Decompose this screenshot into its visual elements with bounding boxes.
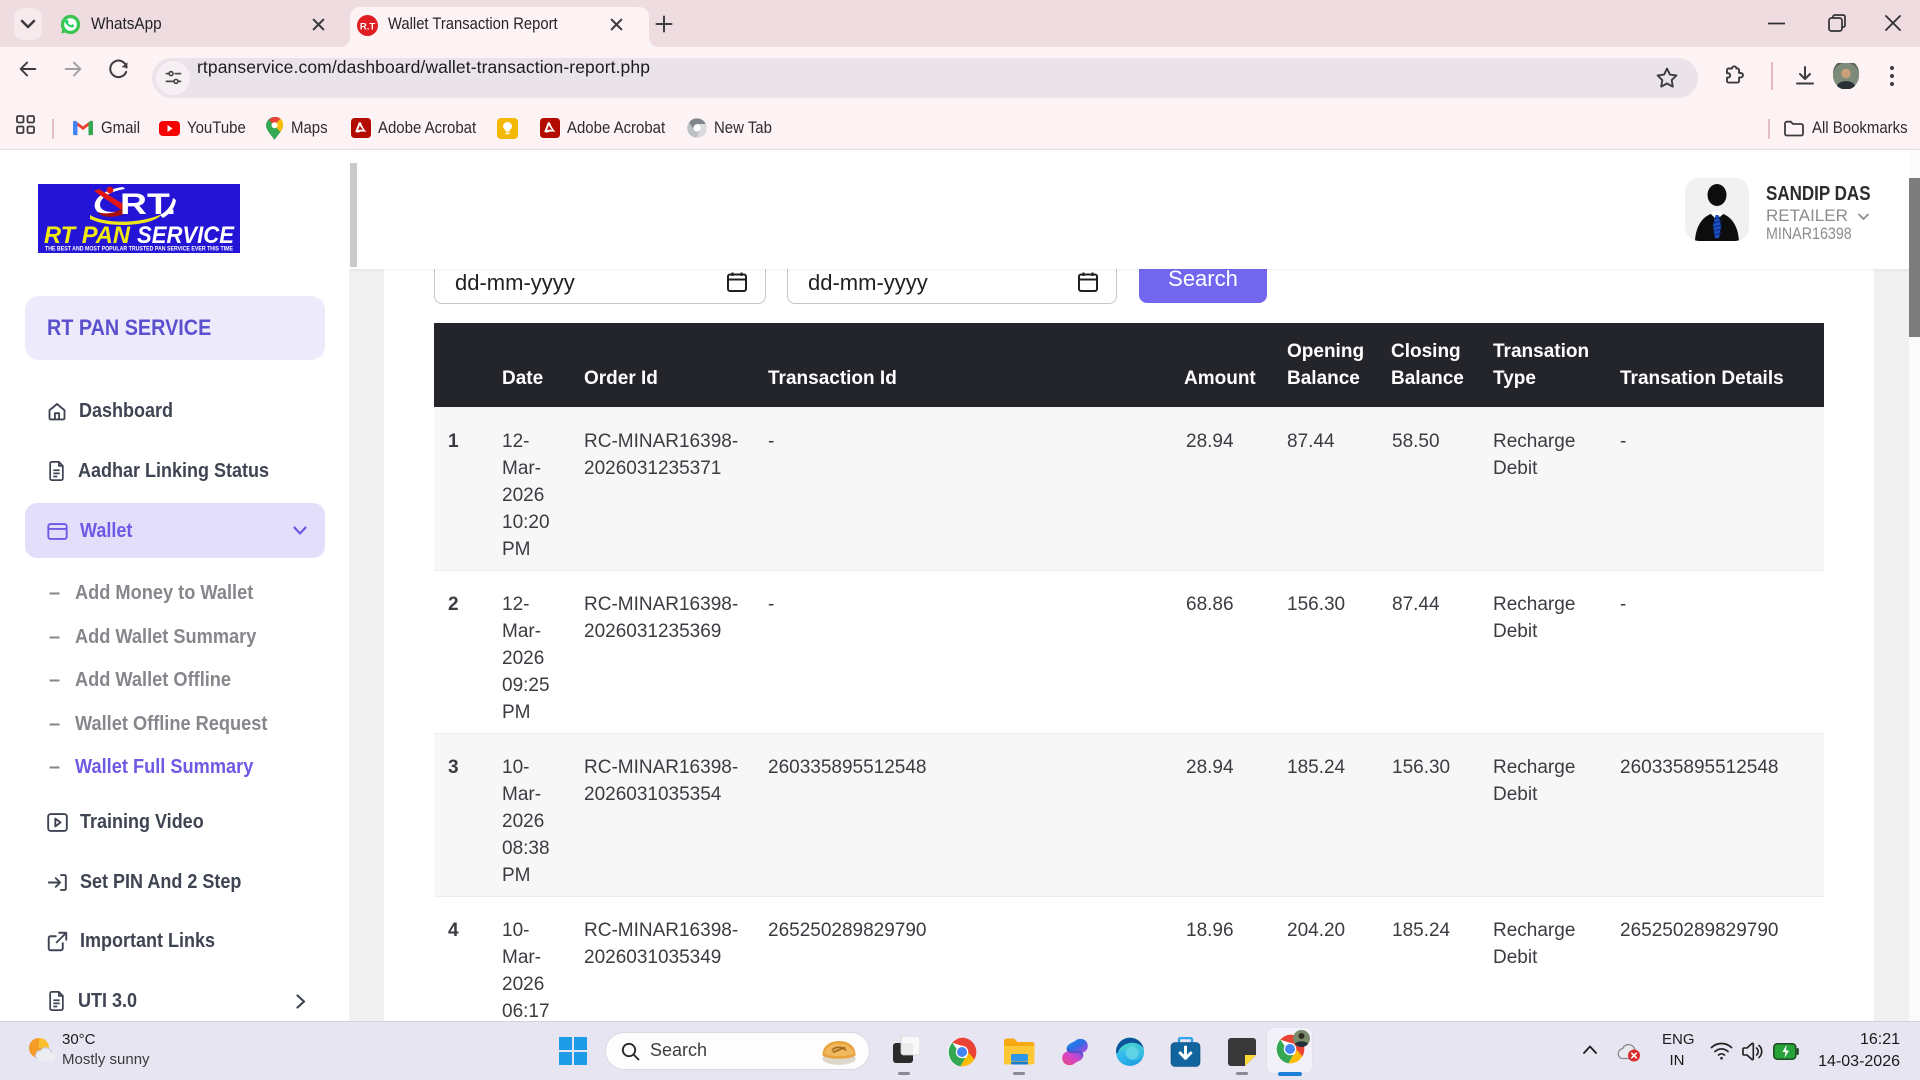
svg-text:THE BEST AND MOST POPULAR TRUS: THE BEST AND MOST POPULAR TRUSTED PAN SE… <box>45 246 234 253</box>
svg-text:RT.: RT. <box>120 188 176 221</box>
svg-text:R.T: R.T <box>360 22 376 33</box>
